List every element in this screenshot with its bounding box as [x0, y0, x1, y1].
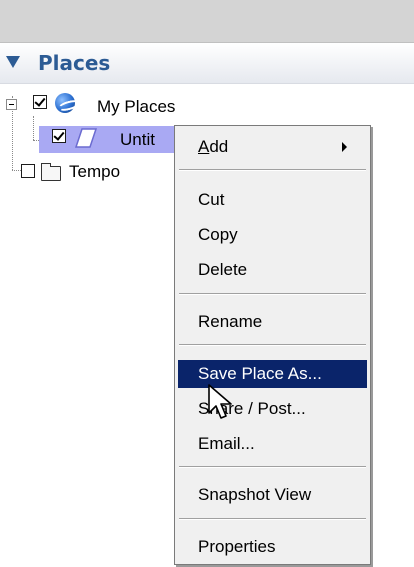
menu-item-rename[interactable]: Rename — [178, 308, 367, 336]
checkbox-untitled[interactable] — [52, 129, 66, 143]
menu-separator — [179, 466, 366, 468]
collapse-toggle[interactable] — [6, 99, 17, 110]
menu-item-add[interactable]: Add — [178, 133, 367, 161]
folder-icon — [41, 163, 61, 181]
mouse-cursor-icon — [208, 384, 232, 419]
toolbar-area — [0, 0, 414, 43]
menu-item-add-rest: dd — [209, 137, 229, 156]
tree-item-label: Untit — [120, 130, 155, 149]
menu-item-add-accel: A — [198, 137, 210, 156]
menu-item-copy[interactable]: Copy — [178, 221, 367, 249]
menu-item-snapshot-view[interactable]: Snapshot View — [178, 481, 367, 509]
menu-item-delete[interactable]: Delete — [178, 256, 367, 284]
tree-item-label: My Places — [97, 97, 176, 116]
menu-item-email[interactable]: Email... — [178, 430, 367, 458]
polygon-icon — [75, 128, 97, 148]
menu-item-properties[interactable]: Properties — [178, 533, 367, 561]
menu-separator — [179, 169, 366, 171]
places-panel-header[interactable]: Places — [0, 43, 414, 84]
checkbox-my-places[interactable] — [33, 95, 47, 109]
menu-separator — [179, 293, 366, 295]
menu-separator — [179, 344, 366, 346]
collapse-triangle-icon[interactable] — [6, 56, 20, 68]
menu-item-save-place-as[interactable]: Save Place As... — [178, 360, 367, 388]
menu-separator — [179, 518, 366, 520]
globe-icon — [55, 93, 75, 113]
submenu-arrow-icon — [342, 142, 347, 152]
tree-item-label: Tempo — [69, 162, 121, 181]
checkbox-temporary[interactable] — [21, 164, 35, 178]
tree-connector — [33, 116, 34, 140]
panel-title: Places — [38, 51, 111, 75]
menu-item-share-post[interactable]: Share / Post... — [178, 395, 367, 423]
context-menu: Add Cut Copy Delete Rename Save Place As… — [174, 125, 371, 565]
menu-item-cut[interactable]: Cut — [178, 186, 367, 214]
tree-connector — [12, 170, 21, 171]
